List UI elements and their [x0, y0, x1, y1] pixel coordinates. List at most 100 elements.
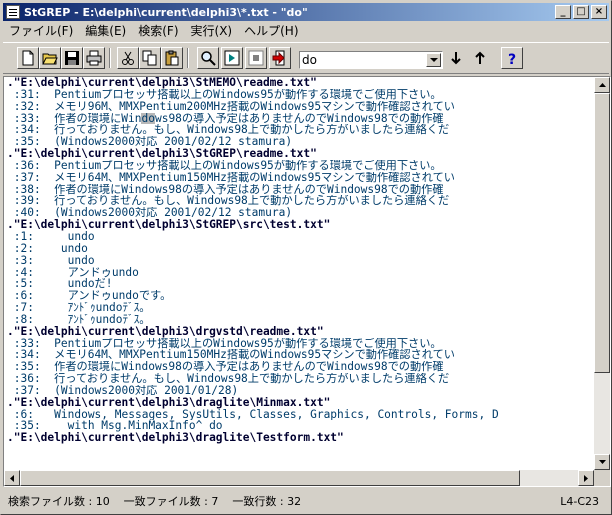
arrow-up-icon [475, 51, 485, 64]
menu-bar: ファイル(F) 編集(E) 検索(F) 実行(X) ヘルプ(H) [3, 22, 305, 41]
result-match-line[interactable]: :7: ｱﾝﾄﾞｩundoﾃﾞｽ。 [7, 302, 592, 314]
toolbar-separator [187, 48, 189, 68]
run-button[interactable] [221, 47, 243, 69]
horizontal-scrollbar[interactable] [4, 470, 594, 486]
cut-button[interactable] [117, 47, 139, 69]
result-file-header[interactable]: ."E:\delphi\current\delphi3\StGREP\src\t… [7, 219, 592, 231]
menu-run[interactable]: 実行(X) [185, 22, 239, 41]
scroll-down-icon [598, 460, 606, 464]
result-match-line[interactable]: :37: (Windows2000対応 2001/01/28) [7, 385, 592, 397]
result-match-line[interactable]: :32: メモリ96M、MMXPentium200MHz搭載のWindows95… [7, 101, 592, 113]
result-match-line[interactable]: :3: undo [7, 255, 592, 267]
match-highlight: do [141, 112, 155, 125]
menu-help[interactable]: ヘルプ(H) [238, 22, 304, 41]
scroll-right-icon [584, 474, 588, 482]
result-match-line[interactable]: :6: アンドゥundoです。 [7, 290, 592, 302]
result-match-line[interactable]: :2: undo [7, 243, 592, 255]
result-match-line[interactable]: :36: Pentiumプロセッサ搭載以上のWindows95が動作する環境でご… [7, 160, 592, 172]
result-match-line[interactable]: :8: ｱﾝﾄﾞｩundoﾃﾞｽ。 [7, 314, 592, 326]
copy-button[interactable] [139, 47, 161, 69]
scroll-right-button[interactable] [578, 470, 594, 486]
scroll-corner [594, 470, 610, 486]
result-match-line[interactable]: :40: (Windows2000対応 2001/02/12 stamura) [7, 207, 592, 219]
minimize-button[interactable]: _ [555, 5, 571, 19]
search-icon [201, 51, 216, 66]
result-match-line[interactable]: :1: undo [7, 231, 592, 243]
result-match-line[interactable]: :34: 行っておりません。もし、Windows98上で動かしたら方がいましたら… [7, 124, 592, 136]
result-match-line[interactable]: :33: 作者の環境にWindows98の導入予定はありませんのでWindows… [7, 112, 592, 125]
maximize-icon: □ [576, 6, 586, 17]
save-button[interactable] [61, 47, 83, 69]
menu-file[interactable]: ファイル(F) [3, 22, 79, 41]
result-match-line[interactable]: :5: undoだ! [7, 278, 592, 290]
result-file-header[interactable]: ."E:\delphi\current\delphi3\draglite\Tes… [7, 432, 592, 444]
scroll-up-button[interactable] [594, 77, 610, 93]
stop-icon [248, 50, 264, 66]
match-suffix: ws98の導入予定はありませんのでWindows98での動作確 [154, 112, 444, 125]
app-icon [6, 5, 20, 19]
svg-text:?: ? [508, 52, 516, 66]
result-match-line[interactable]: :38: 作者の環境にWindows98の導入予定はありませんのでWindows… [7, 184, 592, 196]
arrow-down-icon [451, 52, 461, 65]
result-file-header[interactable]: ."E:\delphi\current\delphi3\StMEMO\readm… [7, 77, 592, 89]
print-button[interactable] [83, 47, 105, 69]
status-counts: 検索ファイル数 : 10 一致ファイル数 : 7 一致行数 : 32 [8, 495, 302, 508]
result-match-line[interactable]: :6: Windows, Messages, SysUtils, Classes… [7, 409, 592, 421]
copy-icon [142, 50, 157, 66]
scroll-left-icon [10, 474, 14, 482]
result-match-line[interactable]: :34: メモリ64M、MMXPentium150MHz搭載のWindows95… [7, 349, 592, 361]
window-title: StGREP - E:\delphi\current\delphi3\*.txt… [24, 5, 308, 19]
app-window: StGREP - E:\delphi\current\delphi3\*.txt… [0, 0, 612, 515]
next-match-button[interactable] [445, 47, 467, 69]
match-prefix: :33: 作者の環境にWin [7, 112, 142, 125]
menu-edit[interactable]: 編集(E) [79, 22, 132, 41]
cut-icon [122, 51, 134, 65]
result-file-header[interactable]: ."E:\delphi\current\delphi3\draglite\Min… [7, 397, 592, 409]
prev-match-button[interactable] [469, 47, 491, 69]
stop-button[interactable] [245, 47, 267, 69]
result-match-line[interactable]: :33: Pentiumプロセッサ搭載以上のWindows95が動作する環境でご… [7, 338, 592, 350]
result-match-line[interactable]: :35: 作者の環境にWindows98の導入予定はありませんのでWindows… [7, 361, 592, 373]
search-combo[interactable] [299, 51, 443, 69]
save-icon [65, 51, 79, 65]
print-icon [86, 50, 102, 66]
search-button[interactable] [197, 47, 219, 69]
maximize-button[interactable]: □ [573, 5, 589, 19]
result-file-header[interactable]: ."E:\delphi\current\delphi3\StGREP\readm… [7, 148, 592, 160]
search-dropdown-button[interactable] [426, 53, 441, 67]
new-file-icon [22, 50, 34, 66]
jump-to-file-icon [272, 50, 285, 66]
results-pane[interactable]: ."E:\delphi\current\delphi3\StMEMO\readm… [3, 76, 611, 487]
result-match-line[interactable]: :35: with Msg.MinMaxInfo^ do [7, 420, 592, 432]
result-match-line[interactable]: :36: 行っておりません。もし、Windows98上で動かしたら方がいましたら… [7, 373, 592, 385]
result-match-line[interactable]: :37: メモリ64M、MMXPentium150MHz搭載のWindows95… [7, 172, 592, 184]
jump-to-file-button[interactable] [269, 47, 291, 69]
menu-search[interactable]: 検索(F) [132, 22, 184, 41]
scroll-left-button[interactable] [4, 470, 20, 486]
horizontal-scroll-thumb[interactable] [20, 470, 520, 486]
close-button[interactable]: × [591, 5, 607, 19]
status-bar: 検索ファイル数 : 10 一致ファイル数 : 7 一致行数 : 32 L4-C2… [3, 492, 609, 512]
result-match-line[interactable]: :39: 行っておりません。もし、Windows98上で動かしたら方がいましたら… [7, 195, 592, 207]
result-match-line[interactable]: :31: Pentiumプロセッサ搭載以上のWindows95が動作する環境でご… [7, 89, 592, 101]
paste-button[interactable] [161, 47, 183, 69]
run-icon [224, 50, 240, 66]
result-match-line[interactable]: :4: アンドゥundo [7, 267, 592, 279]
title-bar[interactable]: StGREP - E:\delphi\current\delphi3\*.txt… [3, 3, 609, 21]
close-icon: × [594, 6, 604, 17]
result-match-line[interactable]: :35: (Windows2000対応 2001/02/12 stamura) [7, 136, 592, 148]
result-file-header[interactable]: ."E:\delphi\current\delphi3\drgvstd\read… [7, 326, 592, 338]
search-input[interactable] [302, 53, 424, 67]
new-file-button[interactable] [17, 47, 39, 69]
vertical-scrollbar[interactable] [594, 77, 610, 470]
vertical-scroll-thumb[interactable] [594, 93, 610, 373]
help-button[interactable]: ? [501, 47, 523, 69]
minimize-icon: _ [560, 6, 566, 17]
chevron-down-icon [429, 57, 438, 62]
results-list[interactable]: ."E:\delphi\current\delphi3\StMEMO\readm… [7, 77, 592, 467]
scroll-down-button[interactable] [594, 454, 610, 470]
toolbar-separator [109, 48, 111, 68]
scroll-up-icon [598, 83, 606, 87]
paste-icon [165, 50, 179, 66]
open-button[interactable] [39, 47, 61, 69]
